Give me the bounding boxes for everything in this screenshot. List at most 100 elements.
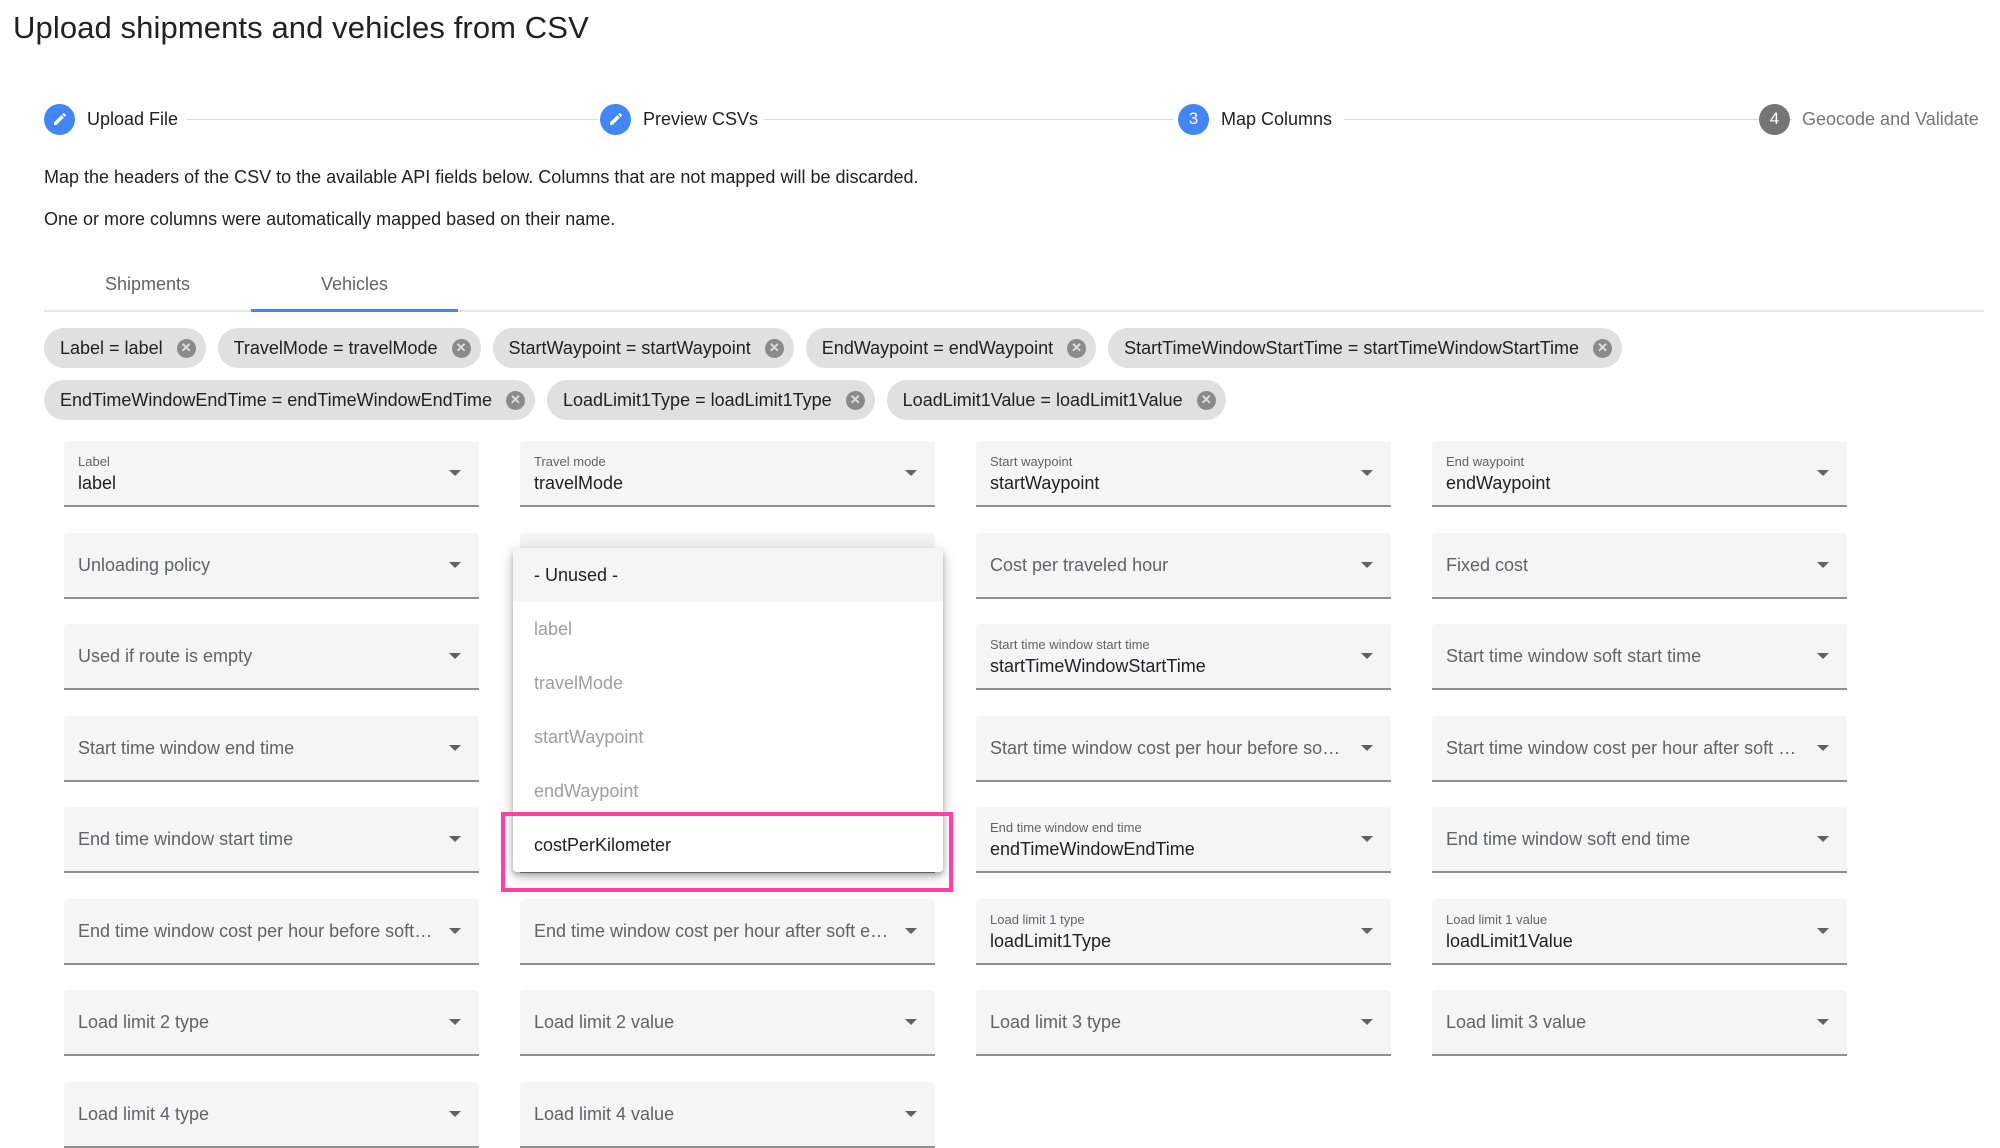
column-select-field[interactable]: Start time window cost per hour before s… (976, 716, 1391, 782)
field-label: End waypoint (1446, 454, 1525, 469)
step-label: Upload File (87, 108, 179, 129)
mapping-chip[interactable]: StartWaypoint = startWaypoint ✕ (492, 328, 794, 368)
column-select-field[interactable]: Start time window soft start time (1432, 624, 1847, 690)
step-label: Preview CSVs (643, 108, 759, 129)
mapping-chip[interactable]: TravelMode = travelMode ✕ (217, 328, 481, 368)
column-select-field[interactable]: Start time window end time (64, 716, 479, 782)
column-select-field[interactable]: Cost per traveled hour (976, 533, 1391, 599)
column-select-field[interactable]: Used if route is empty (64, 624, 479, 690)
tab-vehicles[interactable]: Vehicles (251, 258, 458, 312)
field-label: Load limit 1 value (1446, 912, 1548, 927)
cancel-circle-icon[interactable]: ✕ (1196, 390, 1216, 410)
step-preview-csvs[interactable]: Preview CSVs (600, 102, 758, 136)
column-select-field[interactable]: Travel mode travelMode (520, 441, 935, 507)
description-automapped: One or more columns were automatically m… (44, 209, 616, 229)
field-value: travelMode (534, 473, 624, 493)
column-select-field[interactable]: Unloading policy (64, 533, 479, 599)
dropdown-arrow-icon (449, 836, 461, 842)
dropdown-arrow-icon (1817, 562, 1829, 568)
dropdown-arrow-icon (1361, 1019, 1373, 1025)
field-placeholder: Start time window soft start time (1446, 646, 1702, 666)
cancel-circle-icon[interactable]: ✕ (764, 338, 784, 358)
mapping-chip[interactable]: EndTimeWindowEndTime = endTimeWindowEndT… (44, 380, 535, 420)
cancel-circle-icon[interactable]: ✕ (176, 338, 196, 358)
chip-label: Label = label (60, 337, 163, 358)
column-select-field[interactable]: Label label (64, 441, 479, 507)
column-select-field[interactable]: Start time window start time startTimeWin… (976, 624, 1391, 690)
step-upload-file[interactable]: Upload File (44, 102, 178, 136)
field-label: Label (78, 454, 110, 469)
step-connector (187, 119, 598, 120)
dropdown-option[interactable]: label (513, 602, 943, 656)
cancel-circle-icon[interactable]: ✕ (451, 338, 471, 358)
column-select-field[interactable]: Start waypoint startWaypoint (976, 441, 1391, 507)
dropdown-arrow-icon (449, 562, 461, 568)
field-placeholder: Used if route is empty (78, 646, 253, 666)
step-map-columns[interactable]: 3 Map Columns (1178, 102, 1332, 136)
chip-label: StartTimeWindowStartTime = startTimeWind… (1124, 337, 1580, 358)
mapping-chip[interactable]: EndWaypoint = endWaypoint ✕ (805, 328, 1097, 368)
edit-pencil-icon (44, 103, 75, 135)
column-select-field[interactable]: Load limit 2 type (64, 990, 479, 1056)
mapping-chip[interactable]: LoadLimit1Type = loadLimit1Type ✕ (547, 380, 875, 420)
field-value: startWaypoint (990, 473, 1100, 493)
field-placeholder: End time window start time (78, 829, 294, 849)
column-select-field[interactable]: Load limit 3 value (1432, 990, 1847, 1056)
cancel-circle-icon[interactable]: ✕ (1067, 338, 1087, 358)
cancel-circle-icon[interactable]: ✕ (845, 390, 865, 410)
field-placeholder: Start time window cost per hour after so… (1446, 738, 1801, 758)
column-select-field[interactable]: Load limit 2 value (520, 990, 935, 1056)
column-select-field[interactable]: End time window end time endTimeWindowEnd… (976, 807, 1391, 873)
column-select-field[interactable]: Load limit 4 value (520, 1082, 935, 1148)
field-placeholder: Cost per traveled hour (990, 555, 1169, 575)
dropdown-arrow-icon (449, 470, 461, 476)
field-placeholder: Start time window cost per hour before s… (990, 738, 1345, 758)
step-connector (1344, 119, 1792, 120)
dropdown-arrow-icon (1817, 653, 1829, 659)
column-select-field[interactable]: End waypoint endWaypoint (1432, 441, 1847, 507)
column-select-field[interactable]: Load limit 3 type (976, 990, 1391, 1056)
field-value: startTimeWindowStartTime (990, 656, 1206, 676)
dropdown-arrow-icon (905, 928, 917, 934)
description-mapping: Map the headers of the CSV to the availa… (44, 167, 919, 187)
step-number-badge: 3 (1178, 103, 1209, 135)
mapping-chip[interactable]: Label = label ✕ (44, 328, 206, 368)
mapping-chip[interactable]: LoadLimit1Value = loadLimit1Value ✕ (886, 380, 1226, 420)
step-label: Map Columns (1221, 108, 1333, 129)
field-placeholder: Load limit 3 type (990, 1012, 1122, 1032)
edit-pencil-icon (600, 103, 631, 135)
field-placeholder: Load limit 2 value (534, 1012, 675, 1032)
chip-row: EndTimeWindowEndTime = endTimeWindowEndT… (44, 380, 1964, 420)
column-select-field[interactable]: Load limit 1 value loadLimit1Value (1432, 899, 1847, 965)
column-select-field[interactable]: Load limit 1 type loadLimit1Type (976, 899, 1391, 965)
field-label: Travel mode (534, 454, 606, 469)
dropdown-arrow-icon (449, 928, 461, 934)
dropdown-arrow-icon (1817, 836, 1829, 842)
field-value: loadLimit1Value (1446, 931, 1573, 951)
column-select-field[interactable]: End time window cost per hour before sof… (64, 899, 479, 965)
dropdown-option-unused[interactable]: - Unused - (513, 548, 943, 602)
dropdown-option-cost-per-kilometer[interactable]: costPerKilometer (513, 818, 943, 872)
stepper: Upload File Preview CSVs 3 Map Columns 4… (44, 102, 1984, 136)
column-select-field[interactable]: End time window start time (64, 807, 479, 873)
field-placeholder: End time window cost per hour before sof… (78, 921, 433, 941)
column-select-field[interactable]: Fixed cost (1432, 533, 1847, 599)
chip-label: EndTimeWindowEndTime = endTimeWindowEndT… (60, 389, 492, 410)
dropdown-option[interactable]: endWaypoint (513, 764, 943, 818)
step-number-badge: 4 (1759, 103, 1790, 135)
mapping-chip[interactable]: StartTimeWindowStartTime = startTimeWind… (1108, 328, 1623, 368)
dropdown-arrow-icon (905, 1111, 917, 1117)
column-select-field[interactable]: End time window soft end time (1432, 807, 1847, 873)
step-geocode-validate[interactable]: 4 Geocode and Validate (1759, 102, 1979, 136)
column-select-field[interactable]: Load limit 4 type (64, 1082, 479, 1148)
dropdown-arrow-icon (1817, 745, 1829, 751)
dropdown-option[interactable]: startWaypoint (513, 710, 943, 764)
dropdown-arrow-icon (1361, 470, 1373, 476)
column-select-field[interactable]: Start time window cost per hour after so… (1432, 716, 1847, 782)
dropdown-option[interactable]: travelMode (513, 656, 943, 710)
column-select-field[interactable]: End time window cost per hour after soft… (520, 899, 935, 965)
column-select-dropdown: - Unused - label travelMode startWaypoin… (513, 548, 943, 872)
cancel-circle-icon[interactable]: ✕ (1593, 338, 1613, 358)
cancel-circle-icon[interactable]: ✕ (506, 390, 525, 410)
tab-shipments[interactable]: Shipments (44, 258, 251, 310)
